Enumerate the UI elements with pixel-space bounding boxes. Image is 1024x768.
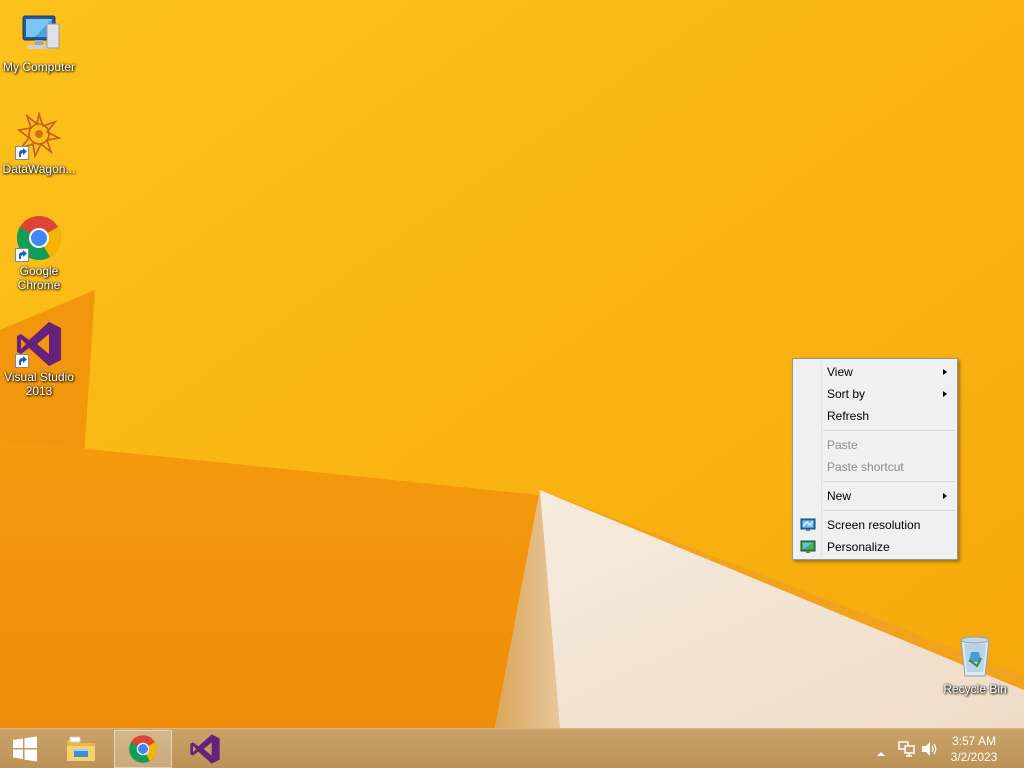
- volume-icon[interactable]: [921, 741, 939, 762]
- menu-item-new[interactable]: New: [795, 485, 955, 507]
- shortcut-arrow-icon: [15, 354, 29, 368]
- windows-logo-icon: [13, 736, 37, 762]
- desktop-context-menu: View Sort by Refresh Paste Paste shortcu…: [792, 358, 958, 560]
- network-icon[interactable]: [898, 741, 916, 762]
- desktop-icon-datawagon[interactable]: DataWagon...: [0, 112, 78, 176]
- desktop-icon-label: Visual Studio 2013: [4, 370, 74, 398]
- taskbar-clock[interactable]: 3:57 AM 3/2/2023: [944, 733, 1004, 765]
- shortcut-arrow-icon: [15, 248, 29, 262]
- desktop[interactable]: My Computer DataWagon... Google Chrome V…: [0, 0, 1024, 728]
- menu-separator: [823, 481, 955, 482]
- chrome-icon: [15, 214, 63, 262]
- show-hidden-icons-arrow[interactable]: [876, 745, 886, 763]
- menu-item-label: Refresh: [827, 409, 870, 423]
- menu-item-label: Paste: [827, 438, 858, 452]
- desktop-icon-label: Google Chrome: [17, 264, 61, 292]
- menu-item-label: Screen resolution: [827, 518, 921, 532]
- submenu-arrow-icon: [943, 493, 947, 499]
- menu-separator: [823, 510, 955, 511]
- menu-item-label: New: [827, 489, 852, 503]
- menu-item-paste-shortcut[interactable]: Paste shortcut: [795, 456, 955, 478]
- screen-resolution-icon: [800, 517, 816, 533]
- menu-item-label: Sort by: [827, 387, 866, 401]
- folder-icon: [67, 736, 95, 761]
- menu-item-label: Personalize: [827, 540, 890, 554]
- personalize-icon: [800, 539, 816, 555]
- chrome-icon: [129, 735, 157, 763]
- menu-item-screen-resolution[interactable]: Screen resolution: [795, 514, 955, 536]
- visual-studio-icon: [190, 734, 220, 764]
- shortcut-arrow-icon: [15, 146, 29, 160]
- clock-time: 3:57 AM: [951, 734, 997, 748]
- start-button[interactable]: [0, 730, 50, 768]
- menu-item-personalize[interactable]: Personalize: [795, 536, 955, 558]
- menu-separator: [823, 430, 955, 431]
- submenu-arrow-icon: [943, 391, 947, 397]
- visual-studio-icon: [15, 320, 63, 368]
- menu-item-label: Paste shortcut: [827, 460, 904, 474]
- taskbar-file-explorer[interactable]: [52, 730, 110, 768]
- desktop-icon-label: My Computer: [2, 60, 76, 74]
- datawagon-icon: [15, 112, 63, 160]
- desktop-icon-recycle-bin[interactable]: Recycle Bin: [936, 632, 1014, 696]
- recycle-bin-icon: [951, 632, 999, 680]
- desktop-icon-google-chrome[interactable]: Google Chrome: [0, 214, 78, 292]
- desktop-icon-visual-studio[interactable]: Visual Studio 2013: [0, 320, 78, 398]
- menu-item-paste[interactable]: Paste: [795, 434, 955, 456]
- menu-item-label: View: [827, 365, 853, 379]
- desktop-icon-my-computer[interactable]: My Computer: [0, 10, 78, 74]
- computer-icon: [15, 10, 63, 58]
- menu-item-sort-by[interactable]: Sort by: [795, 383, 955, 405]
- clock-date: 3/2/2023: [950, 750, 998, 764]
- taskbar-visual-studio[interactable]: [176, 730, 234, 768]
- menu-item-refresh[interactable]: Refresh: [795, 405, 955, 427]
- desktop-icon-label: Recycle Bin: [943, 682, 1007, 696]
- taskbar-google-chrome[interactable]: [114, 730, 172, 768]
- desktop-icon-label: DataWagon...: [2, 162, 76, 176]
- menu-item-view[interactable]: View: [795, 361, 955, 383]
- taskbar: 3:57 AM 3/2/2023: [0, 728, 1024, 768]
- submenu-arrow-icon: [943, 369, 947, 375]
